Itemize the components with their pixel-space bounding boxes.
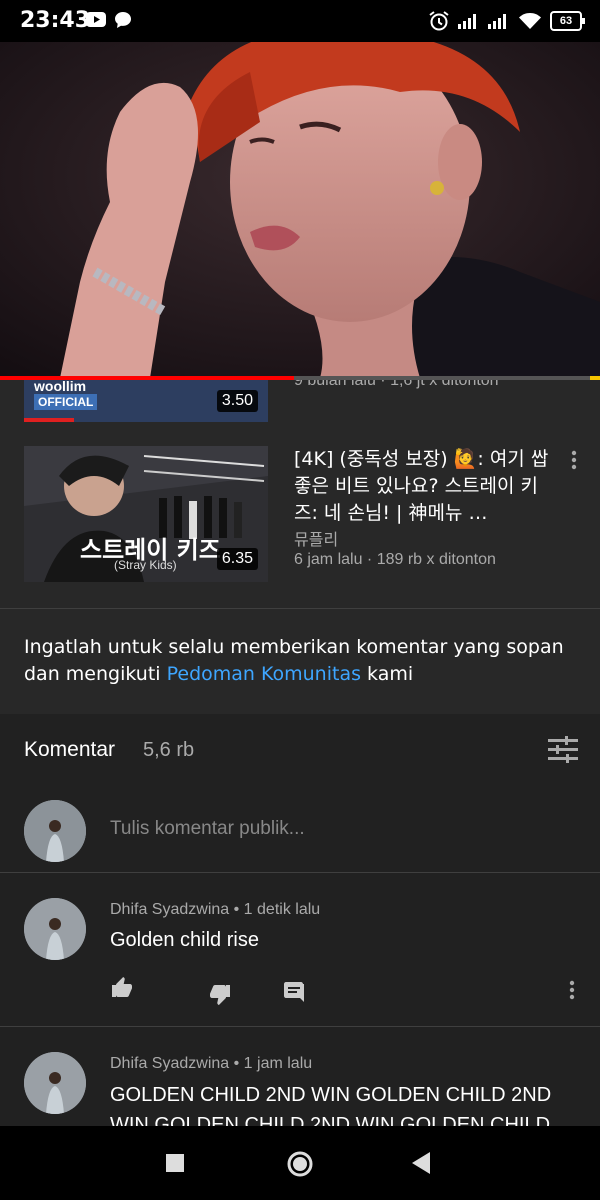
sort-icon[interactable] <box>548 736 578 764</box>
add-comment-input[interactable]: Tulis komentar publik... <box>110 818 305 840</box>
status-time: 23:43 <box>20 8 91 33</box>
battery-icon: 63 <box>550 11 585 31</box>
avatar <box>24 800 86 862</box>
like-icon[interactable] <box>110 976 134 1000</box>
channel-logo: woollim OFFICIAL <box>34 380 98 410</box>
comment-text-line2: WIN GOLDEN CHILD 2ND WIN GOLDEN CHILD <box>110 1114 551 1126</box>
video-player[interactable] <box>0 42 600 378</box>
youtube-icon <box>86 12 106 27</box>
video-duration: 3.50 <box>216 390 258 412</box>
comment-text: GOLDEN CHILD 2ND WIN GOLDEN CHILD 2ND <box>110 1084 552 1106</box>
avatar[interactable] <box>24 1052 86 1114</box>
signal-icon <box>458 14 476 29</box>
comment-text: Golden child rise <box>110 929 259 951</box>
recents-button[interactable] <box>166 1154 184 1172</box>
more-vert-icon[interactable] <box>562 448 586 472</box>
community-guideline-notice: Ingatlah untuk selalu memberikan komenta… <box>0 610 600 714</box>
more-vert-icon[interactable] <box>560 978 584 1002</box>
community-guidelines-link[interactable]: Pedoman Komunitas <box>167 663 361 685</box>
back-button[interactable] <box>412 1152 432 1174</box>
comment-author-line: Dhifa Syadzwina • 1 jam lalu <box>110 1055 313 1072</box>
video-duration: 6.35 <box>216 548 258 570</box>
status-bar: 23:43 63 <box>0 0 600 42</box>
comments-count: 5,6 rb <box>143 739 195 761</box>
comments-title: Komentar <box>24 738 116 761</box>
video-channel[interactable]: 뮤플리 <box>294 526 338 550</box>
video-frame <box>0 42 600 378</box>
signal-icon <box>488 14 506 29</box>
reply-icon[interactable] <box>282 980 306 1004</box>
video-title[interactable]: [4K] (중독성 보장) 🙋: 여기 쌉좋은 비트 있나요? 스트레이 키즈:… <box>294 446 554 527</box>
comments-section: Komentar 5,6 rb Tulis komentar publik...… <box>0 714 600 1126</box>
dislike-icon[interactable] <box>208 982 232 1006</box>
thumbnail-subtitle: (Stray Kids) <box>114 558 177 572</box>
divider <box>0 608 600 609</box>
watched-progress <box>24 418 74 422</box>
video-thumbnail[interactable]: woollim OFFICIAL 3.50 <box>24 380 268 422</box>
system-nav-bar <box>0 1126 600 1200</box>
divider <box>0 872 600 873</box>
alarm-icon <box>429 11 449 31</box>
home-button[interactable] <box>286 1150 314 1178</box>
video-thumbnail[interactable]: 스트레이 키즈 (Stray Kids) 6.35 <box>24 446 268 582</box>
video-item-partial[interactable]: woollim OFFICIAL 3.50 9 bulan lalu · 1,6… <box>0 380 600 424</box>
avatar[interactable] <box>24 898 86 960</box>
wifi-icon <box>519 13 541 29</box>
video-meta: 9 bulan lalu · 1,6 jt x ditonton <box>294 380 499 389</box>
divider <box>0 1026 600 1027</box>
comment-author-line: Dhifa Syadzwina • 1 detik lalu <box>110 901 321 918</box>
chat-icon <box>115 12 131 28</box>
video-item[interactable]: 스트레이 키즈 (Stray Kids) 6.35 [4K] (중독성 보장) … <box>0 446 600 586</box>
video-meta: 6 jam lalu · 189 rb x ditonton <box>294 551 496 568</box>
